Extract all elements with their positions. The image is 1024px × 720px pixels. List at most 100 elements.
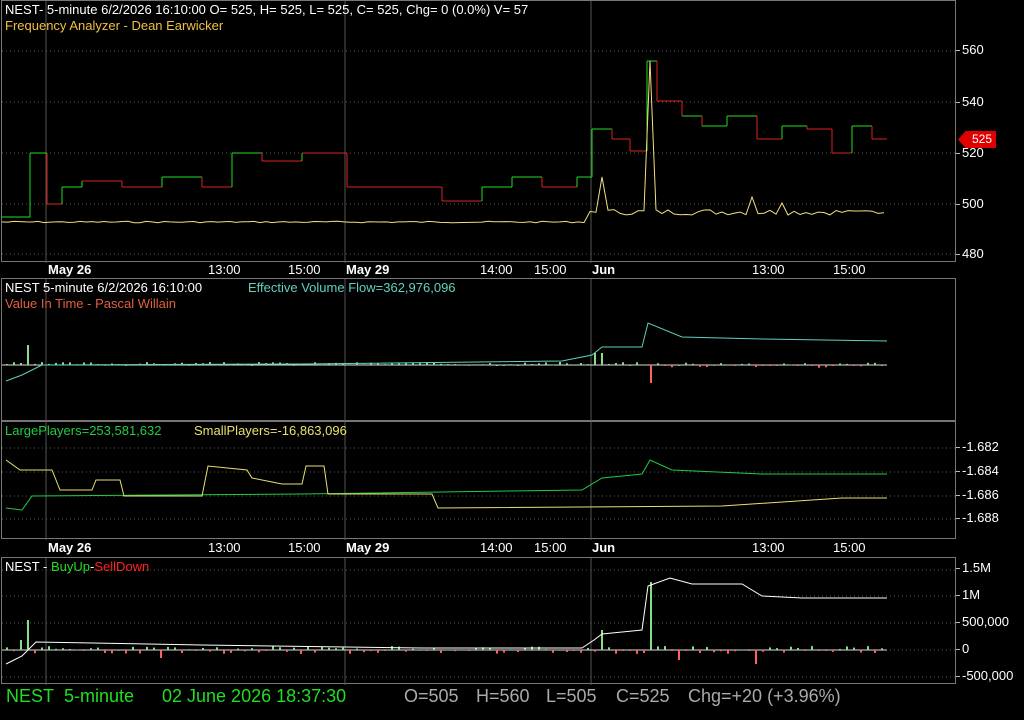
buyup-selldown-bar — [118, 649, 120, 651]
buyup-selldown-bar — [692, 646, 694, 650]
buyup-selldown-bar — [370, 650, 372, 652]
indicator-title: Frequency Analyzer - Dean Earwicker — [5, 18, 224, 33]
buyup-selldown-bar — [188, 649, 190, 651]
buyup-selldown-frame[interactable] — [1, 557, 957, 685]
players-chart — [2, 422, 957, 540]
buyup-selldown-bar — [874, 650, 876, 653]
buyup-selldown-bar — [20, 640, 22, 650]
flow-bar — [664, 365, 666, 366]
flow-bar — [587, 364, 589, 366]
buyup-selldown-bar — [776, 648, 778, 650]
buyup-selldown-bar — [713, 650, 715, 653]
price-pane[interactable]: NEST- 5-minute 6/2/2026 16:10:00 O= 525,… — [0, 0, 1024, 263]
buyup-selldown-bar — [615, 650, 617, 654]
flow-bar — [251, 364, 253, 366]
price-tick: 560 — [956, 42, 984, 57]
buyup-selldown-bar — [545, 649, 547, 651]
buyup-selldown-bar — [678, 650, 680, 660]
flow-bar — [650, 365, 652, 383]
buyup-selldown-bar — [237, 648, 239, 650]
buyup-selldown-bar — [132, 646, 134, 650]
flow-bar — [531, 363, 533, 365]
flow-bar — [769, 365, 771, 366]
flow-bar — [475, 364, 477, 366]
players-pane[interactable]: LargePlayers=253,581,632 SmallPlayers=-1… — [0, 421, 1024, 540]
buyup-selldown-bar — [524, 648, 526, 650]
flow-bar — [6, 364, 8, 366]
buyup-selldown-bar — [41, 647, 43, 650]
buyup-selldown-bar — [209, 650, 211, 652]
buyup-selldown-bar — [244, 650, 246, 652]
buyup-selldown-bar — [251, 648, 253, 650]
flow-bar — [678, 364, 680, 366]
buyup-selldown-bar — [657, 646, 659, 650]
status-symbol: NEST — [6, 686, 55, 706]
flow-header-value: Effective Volume Flow=362,976,096 — [248, 280, 456, 295]
buyup-selldown-bar — [286, 650, 288, 652]
time-axis-top[interactable]: May 26 13:00 15:00 May 29 14:00 15:00 Ju… — [0, 262, 1024, 278]
flow-bar — [818, 365, 820, 368]
buyup-selldown-bar — [580, 650, 582, 653]
flow-bar — [755, 365, 757, 368]
flow-bar — [454, 364, 456, 366]
buyup-selldown-bar — [881, 648, 883, 650]
buyup-selldown-bar — [153, 647, 155, 650]
flow-bar — [692, 363, 694, 365]
buyup-selldown-bar — [69, 648, 71, 650]
buyup-selldown-bar — [335, 648, 337, 650]
flow-bar — [559, 362, 561, 365]
flow-bar — [496, 364, 498, 366]
buyup-selldown-bar — [258, 650, 260, 653]
flow-bar — [440, 363, 442, 365]
price-tick: 500 — [956, 196, 984, 211]
flow-bar — [741, 363, 743, 365]
status-open: O=505 — [404, 686, 459, 706]
buyup-selldown-bar — [230, 650, 232, 653]
buyup-selldown-bar — [27, 620, 29, 650]
players-tick: -1.688 — [956, 510, 999, 525]
status-change: Chg=+20 (+3.96%) — [688, 686, 841, 706]
flow-bar — [636, 362, 638, 365]
players-frame[interactable] — [1, 421, 957, 540]
time-label: 15:00 — [833, 262, 866, 277]
flow-bar — [881, 364, 883, 366]
buyup-selldown-pane[interactable]: NEST - BuyUp-SellDown 1.5M 1M 500,000 0 … — [0, 557, 1024, 685]
price-plot-frame[interactable] — [1, 0, 957, 263]
players-tick: -1.686 — [956, 487, 999, 502]
time-axis-bottom[interactable]: May 26 13:00 15:00 May 29 14:00 15:00 Ju… — [0, 539, 1024, 557]
buyup-selldown-bar — [447, 649, 449, 651]
buyup-selldown-bar — [671, 650, 673, 651]
status-datetime: 02 June 2026 18:37:30 — [162, 686, 347, 706]
buyup-selldown-bar — [97, 647, 99, 650]
flow-bar — [293, 364, 295, 366]
flow-bar — [657, 363, 659, 365]
flow-bar — [482, 364, 484, 366]
volume-flow-pane[interactable]: NEST 5-minute 6/2/2026 16:10:00 Effectiv… — [0, 278, 1024, 422]
buy-tick: 1M — [955, 587, 981, 602]
flow-bar — [594, 353, 596, 365]
flow-bar — [790, 364, 792, 366]
flow-bar — [811, 365, 813, 366]
buyup-selldown-bar — [307, 646, 309, 650]
buyup-selldown-bar — [55, 648, 57, 650]
flow-bar — [34, 363, 36, 365]
time-label: 15:00 — [288, 262, 321, 277]
buyup-selldown-bar — [377, 650, 379, 653]
flow-bar — [867, 362, 869, 365]
status-high: H=560 — [476, 686, 530, 706]
buy-tick: 1.5M — [956, 560, 991, 575]
buy-header: NEST - BuyUp-SellDown — [5, 559, 149, 574]
buyup-selldown-bar — [384, 650, 386, 651]
flow-bar — [391, 363, 393, 365]
time-label: 14:00 — [480, 262, 513, 277]
flow-bar — [503, 364, 505, 366]
time-label: 13:00 — [752, 262, 785, 277]
buyup-selldown-bar — [300, 650, 302, 654]
large-players-line — [5, 459, 887, 511]
flow-bar — [685, 362, 687, 365]
buyup-selldown-bar — [202, 647, 204, 650]
buyup-selldown-bar — [636, 650, 638, 654]
large-players-value: LargePlayers=253,581,632 — [5, 423, 162, 438]
buyup-selldown-bar — [517, 650, 519, 653]
last-price-badge: 525 — [958, 131, 996, 148]
